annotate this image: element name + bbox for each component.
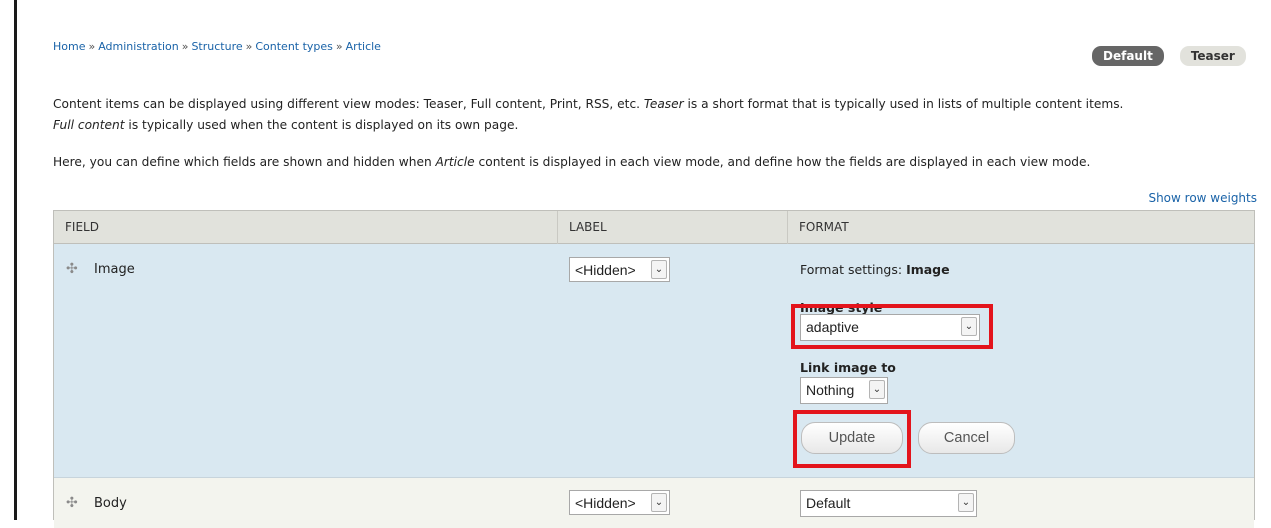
- header-label: LABEL: [558, 211, 788, 244]
- breadcrumb-separator: »: [335, 40, 343, 53]
- chevron-down-icon: ⌄: [651, 493, 667, 512]
- link-image-label: Link image to: [800, 360, 896, 375]
- update-button[interactable]: Update: [801, 422, 903, 454]
- breadcrumb-article[interactable]: Article: [346, 40, 381, 53]
- field-name-body: Body: [94, 496, 127, 511]
- chevron-down-icon: ⌄: [651, 260, 667, 279]
- label-select-image[interactable]: <Hidden> ⌄: [569, 257, 670, 282]
- breadcrumb-home[interactable]: Home: [53, 40, 85, 53]
- table-header: FIELD LABEL FORMAT: [54, 211, 1254, 244]
- table-row-body: ✣ Body <Hidden> ⌄ Default ⌄: [54, 478, 1254, 528]
- show-row-weights-link[interactable]: Show row weights: [1148, 191, 1257, 205]
- left-border: [14, 0, 17, 520]
- move-handle-icon[interactable]: ✣: [66, 495, 78, 511]
- header-format: FORMAT: [799, 220, 849, 234]
- label-select-body[interactable]: <Hidden> ⌄: [569, 490, 670, 515]
- image-style-label: Image style: [800, 300, 883, 315]
- breadcrumb-administration[interactable]: Administration: [98, 40, 179, 53]
- tab-default[interactable]: Default: [1092, 46, 1164, 66]
- manage-display-table: FIELD LABEL FORMAT ✣ Image <Hidden> ⌄ Fo…: [53, 210, 1255, 528]
- image-style-select[interactable]: adaptive ⌄: [800, 314, 980, 341]
- breadcrumb-separator: »: [88, 40, 96, 53]
- breadcrumb-content-types[interactable]: Content types: [255, 40, 333, 53]
- chevron-down-icon: ⌄: [869, 380, 885, 399]
- move-handle-icon[interactable]: ✣: [66, 261, 78, 277]
- cancel-button[interactable]: Cancel: [918, 422, 1015, 454]
- header-field: FIELD: [54, 211, 558, 244]
- view-mode-tabs: Default Teaser: [1092, 46, 1246, 66]
- breadcrumb: Home» Administration» Structure» Content ty…: [53, 40, 381, 53]
- fields-description: Here, you can define which fields are sh…: [53, 155, 1091, 169]
- breadcrumb-separator: »: [181, 40, 189, 53]
- chevron-down-icon: ⌄: [961, 317, 977, 336]
- format-select-body[interactable]: Default ⌄: [800, 490, 977, 517]
- chevron-down-icon: ⌄: [958, 493, 974, 512]
- view-modes-description: Content items can be displayed using dif…: [53, 97, 1124, 132]
- link-image-select[interactable]: Nothing ⌄: [800, 377, 888, 404]
- tab-teaser[interactable]: Teaser: [1179, 46, 1246, 66]
- format-settings-title: Format settings: Image: [800, 262, 950, 277]
- breadcrumb-separator: »: [245, 40, 253, 53]
- field-name-image: Image: [94, 262, 135, 277]
- table-row-image: ✣ Image <Hidden> ⌄ Format settings: Imag…: [54, 244, 1254, 478]
- breadcrumb-structure[interactable]: Structure: [191, 40, 242, 53]
